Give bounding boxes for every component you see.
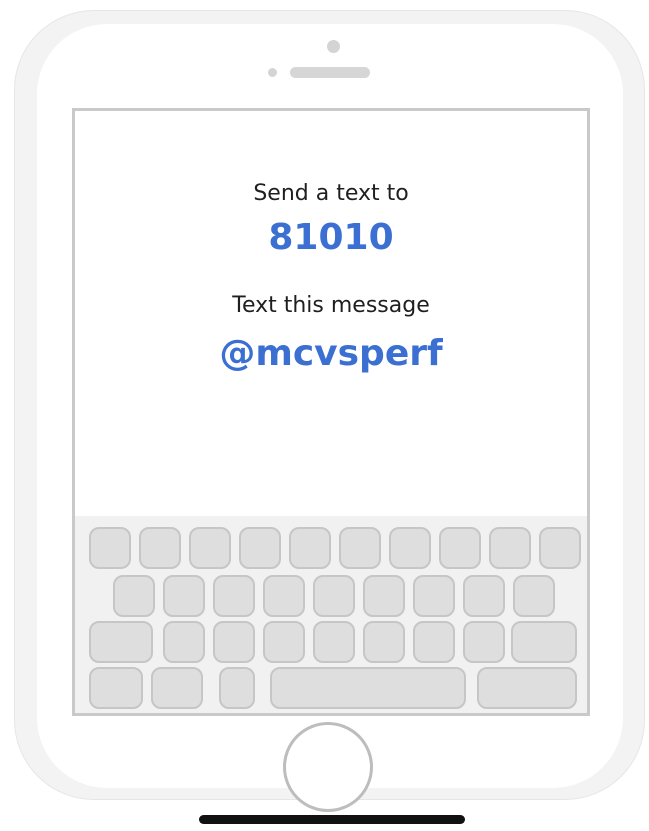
sensor-icon — [268, 68, 277, 77]
keyboard-key-wide — [511, 621, 577, 663]
keyboard-key — [189, 527, 231, 569]
keyboard-key — [463, 621, 505, 663]
shortcode-number: 81010 — [268, 217, 394, 258]
keyboard-key — [163, 621, 205, 663]
keyboard-key — [489, 527, 531, 569]
keyboard-key-wide — [89, 621, 153, 663]
keyboard-key — [163, 575, 205, 617]
keyboard-space-key — [270, 667, 466, 709]
keyboard-key — [213, 621, 255, 663]
message-keyword: @mcvsperf — [219, 333, 443, 374]
keyboard — [75, 516, 587, 713]
keyboard-key — [313, 575, 355, 617]
keyboard-key — [463, 575, 505, 617]
keyboard-key — [289, 527, 331, 569]
keyboard-key — [439, 527, 481, 569]
message-instructions: Send a text to 81010 Text this message @… — [75, 111, 587, 516]
keyboard-key — [513, 575, 555, 617]
keyboard-key — [263, 575, 305, 617]
keyboard-key — [339, 527, 381, 569]
keyboard-key — [389, 527, 431, 569]
keyboard-key — [413, 575, 455, 617]
keyboard-key — [219, 667, 255, 709]
keyboard-key — [263, 621, 305, 663]
keyboard-return-key — [477, 667, 577, 709]
keyboard-key-wide — [151, 667, 203, 709]
text-message-label: Text this message — [232, 293, 430, 318]
speaker-icon — [290, 67, 370, 78]
keyboard-key — [413, 621, 455, 663]
phone-screen: Send a text to 81010 Text this message @… — [72, 108, 590, 716]
send-text-label: Send a text to — [253, 181, 409, 206]
keyboard-key — [139, 527, 181, 569]
keyboard-key — [213, 575, 255, 617]
keyboard-key — [363, 575, 405, 617]
camera-icon — [327, 40, 340, 53]
keyboard-key — [363, 621, 405, 663]
home-indicator — [199, 815, 465, 824]
keyboard-key — [113, 575, 155, 617]
phone-illustration: Send a text to 81010 Text this message @… — [0, 0, 649, 831]
keyboard-key — [313, 621, 355, 663]
home-button-icon — [283, 722, 373, 812]
keyboard-key — [239, 527, 281, 569]
keyboard-key-wide — [89, 667, 143, 709]
keyboard-key — [89, 527, 131, 569]
keyboard-key — [539, 527, 581, 569]
